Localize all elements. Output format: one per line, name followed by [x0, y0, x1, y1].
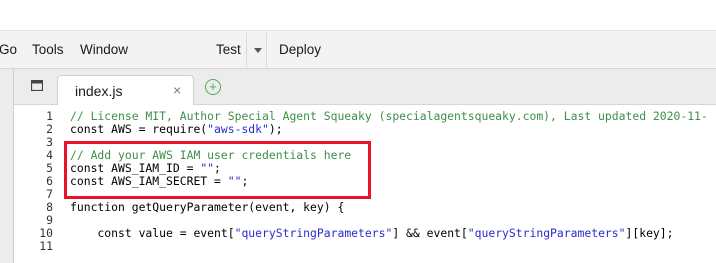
add-tab-icon[interactable]: + — [205, 79, 221, 95]
code-token: "queryStringParameters" — [234, 225, 393, 240]
menu-tools[interactable]: Tools — [32, 42, 64, 57]
side-panel-edge — [0, 69, 14, 263]
code-token: ] && event[ — [392, 225, 468, 240]
code-token: const value = event[ — [70, 225, 235, 240]
code-token: "" — [227, 173, 242, 188]
code-token: ; — [214, 160, 221, 175]
menu-go[interactable]: Go — [0, 42, 17, 57]
window-top-strip — [0, 0, 716, 30]
line-number: 11 — [39, 238, 53, 253]
code-token: ); — [268, 121, 283, 136]
code-token: "queryStringParameters" — [467, 225, 626, 240]
menu-separator — [266, 33, 267, 67]
close-icon[interactable]: × — [173, 82, 181, 98]
code-token: // Add your AWS IAM user credentials her… — [70, 147, 352, 162]
deploy-button[interactable]: Deploy — [279, 42, 321, 57]
tab-list-icon[interactable] — [31, 80, 43, 91]
code-token: ][key]; — [625, 225, 674, 240]
code-line[interactable]: 11 — [14, 239, 716, 254]
tab-label: index.js — [75, 83, 123, 99]
code-token: // License MIT, Author Special Agent Squ… — [70, 109, 708, 123]
menu-separator — [246, 33, 247, 67]
code-token: const AWS = require( — [70, 121, 208, 136]
code-token: ; — [241, 173, 249, 188]
code-token: "" — [200, 160, 215, 175]
code-token: "aws-sdk" — [207, 121, 269, 136]
run-config-button[interactable]: Test — [216, 42, 241, 57]
code-editor[interactable]: 1// License MIT, Author Special Agent Sq… — [14, 105, 716, 263]
menu-window[interactable]: Window — [80, 42, 128, 57]
tab-index-js[interactable]: index.js × — [57, 75, 194, 106]
chevron-down-icon[interactable] — [254, 48, 262, 53]
code-token: const AWS_IAM_SECRET = — [70, 173, 228, 188]
code-token: const AWS_IAM_ID = — [70, 160, 201, 175]
menu-bar: Go Tools Window Test Deploy — [0, 30, 716, 69]
code-token: function getQueryParameter(event, key) { — [70, 199, 345, 214]
